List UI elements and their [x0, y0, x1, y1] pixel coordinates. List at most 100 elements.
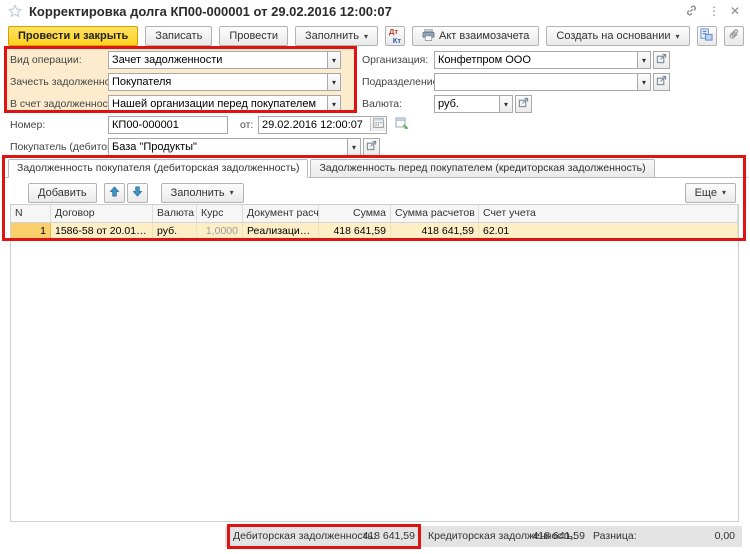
offset-debt-dropdown-button[interactable]: ▾	[327, 73, 341, 91]
set-time-button[interactable]	[393, 117, 411, 134]
organization-open-button[interactable]	[653, 51, 670, 69]
against-debt-label: В счет задолженности:	[10, 98, 108, 110]
table-toolbar: Добавить Заполнить ▾ Еще ▾	[2, 182, 748, 203]
dtkt-icon: Дт Кт	[389, 27, 402, 45]
field-row-department: Подразделение: ▾	[362, 73, 670, 91]
col-header-amount[interactable]: Сумма	[319, 205, 391, 222]
titlebar: Корректировка долга КП00-000001 от 29.02…	[0, 0, 750, 22]
offset-debt-label: Зачесть задолженность:	[10, 76, 108, 88]
show-postings-dtkt-button[interactable]: Дт Кт	[385, 26, 406, 46]
chevron-down-icon: ▾	[364, 31, 369, 41]
create-on-basis-label: Создать на основании	[556, 30, 671, 42]
field-row-buyer: Покупатель (дебитор): ▾	[10, 138, 380, 156]
table-row[interactable]: 1 1586-58 от 20.01.2016 руб. 1,0000 Реал…	[11, 223, 738, 241]
buyer-open-button[interactable]	[363, 138, 380, 156]
operation-dropdown-button[interactable]: ▾	[327, 51, 341, 69]
more-menu-icon[interactable]: ⋮	[708, 5, 720, 17]
chevron-down-icon: ▾	[331, 55, 336, 65]
cell-contract: 1586-58 от 20.01.2016	[51, 223, 153, 240]
col-header-settlement-amount[interactable]: Сумма расчетов	[391, 205, 479, 222]
cell-amount: 418 641,59	[319, 223, 391, 240]
create-on-basis-button[interactable]: Создать на основании ▾	[546, 26, 690, 46]
currency-label: Валюта:	[362, 98, 403, 110]
offset-act-button[interactable]: Акт взаимозачета	[412, 26, 540, 46]
table-fill-label: Заполнить	[170, 186, 225, 199]
get-link-icon[interactable]	[685, 4, 698, 19]
chevron-down-icon: ▾	[351, 142, 356, 152]
table-more-button[interactable]: Еще ▾	[684, 182, 736, 203]
command-bar: Провести и закрыть Записать Провести Зап…	[8, 26, 744, 46]
post-button[interactable]: Провести	[219, 26, 288, 46]
open-icon	[656, 53, 667, 67]
totals-bar: Дебиторская задолженность: 418 641,59 Кр…	[225, 526, 742, 547]
tabstrip: Задолженность покупателя (дебиторская за…	[2, 158, 748, 178]
department-select[interactable]	[434, 73, 638, 91]
operation-select[interactable]	[108, 51, 328, 69]
related-documents-button[interactable]	[696, 26, 717, 46]
department-dropdown-button[interactable]: ▾	[637, 73, 651, 91]
fill-menu-button[interactable]: Заполнить ▾	[294, 26, 379, 46]
against-debt-dropdown-button[interactable]: ▾	[327, 95, 341, 113]
window-title: Корректировка долга КП00-000001 от 29.02…	[29, 3, 392, 19]
chevron-down-icon: ▾	[331, 99, 336, 109]
field-row-organization: Организация: ▾	[362, 51, 670, 69]
buyer-dropdown-button[interactable]: ▾	[347, 138, 361, 156]
cell-currency: руб.	[153, 223, 197, 240]
write-button[interactable]: Записать	[145, 26, 213, 46]
cell-n: 1	[11, 223, 51, 240]
move-up-button[interactable]	[103, 182, 125, 203]
department-open-button[interactable]	[653, 73, 670, 91]
post-and-close-button[interactable]: Провести и закрыть	[8, 26, 139, 46]
buyer-select[interactable]	[108, 138, 348, 156]
tab-debit-receivable[interactable]: Задолженность покупателя (дебиторская за…	[8, 159, 309, 178]
col-header-currency[interactable]: Валюта	[153, 205, 197, 222]
number-label: Номер:	[10, 119, 46, 131]
buyer-label: Покупатель (дебитор):	[10, 141, 108, 153]
chevron-down-icon: ▾	[331, 77, 336, 87]
col-header-document[interactable]: Документ расчетов	[243, 205, 319, 222]
add-row-button[interactable]: Добавить	[28, 182, 97, 203]
col-header-contract[interactable]: Договор	[51, 205, 153, 222]
move-down-icon	[132, 186, 143, 200]
organization-select[interactable]	[434, 51, 638, 69]
cell-rate: 1,0000	[197, 223, 243, 240]
chevron-down-icon: ▾	[641, 55, 646, 65]
against-debt-select[interactable]	[108, 95, 328, 113]
offset-act-label: Акт взаимозачета	[439, 30, 530, 42]
credit-total-value: 418 641,59	[532, 530, 585, 542]
open-icon	[656, 75, 667, 89]
number-input[interactable]	[108, 116, 228, 134]
field-row-number: Номер: от:	[10, 116, 411, 134]
chevron-down-icon: ▾	[721, 188, 726, 197]
currency-open-button[interactable]	[515, 95, 532, 113]
close-icon[interactable]: ✕	[730, 5, 740, 17]
currency-select[interactable]	[434, 95, 500, 113]
open-icon	[366, 140, 377, 154]
col-header-account[interactable]: Счет учета	[479, 205, 738, 222]
cell-account: 62.01	[479, 223, 738, 240]
open-icon	[518, 97, 529, 111]
currency-dropdown-button[interactable]: ▾	[499, 95, 513, 113]
chevron-down-icon: ▾	[675, 31, 680, 41]
col-header-n[interactable]: N	[11, 205, 51, 222]
chevron-down-icon: ▾	[229, 188, 234, 197]
move-down-button[interactable]	[126, 182, 148, 203]
move-up-icon	[109, 185, 120, 200]
cell-document: Реализация (акт, н...	[243, 223, 319, 240]
calendar-button[interactable]	[370, 117, 386, 131]
table-fill-menu-button[interactable]: Заполнить ▾	[160, 182, 244, 203]
favorite-star-icon[interactable]	[8, 4, 22, 18]
field-row-currency: Валюта: ▾	[362, 95, 532, 113]
fill-menu-label: Заполнить	[304, 30, 359, 42]
organization-dropdown-button[interactable]: ▾	[637, 51, 651, 69]
chevron-down-icon: ▾	[503, 99, 508, 109]
col-header-rate[interactable]: Курс	[197, 205, 243, 222]
organization-label: Организация:	[362, 54, 429, 66]
attachments-button[interactable]	[723, 26, 744, 46]
date-input[interactable]	[258, 116, 387, 134]
field-row-operation: Вид операции: ▾	[10, 51, 350, 69]
debit-total-value: 418 641,59	[362, 530, 415, 542]
offset-debt-select[interactable]	[108, 73, 328, 91]
operation-label: Вид операции:	[10, 54, 82, 66]
tab-credit-payable[interactable]: Задолженность перед покупателем (кредито…	[310, 159, 655, 178]
